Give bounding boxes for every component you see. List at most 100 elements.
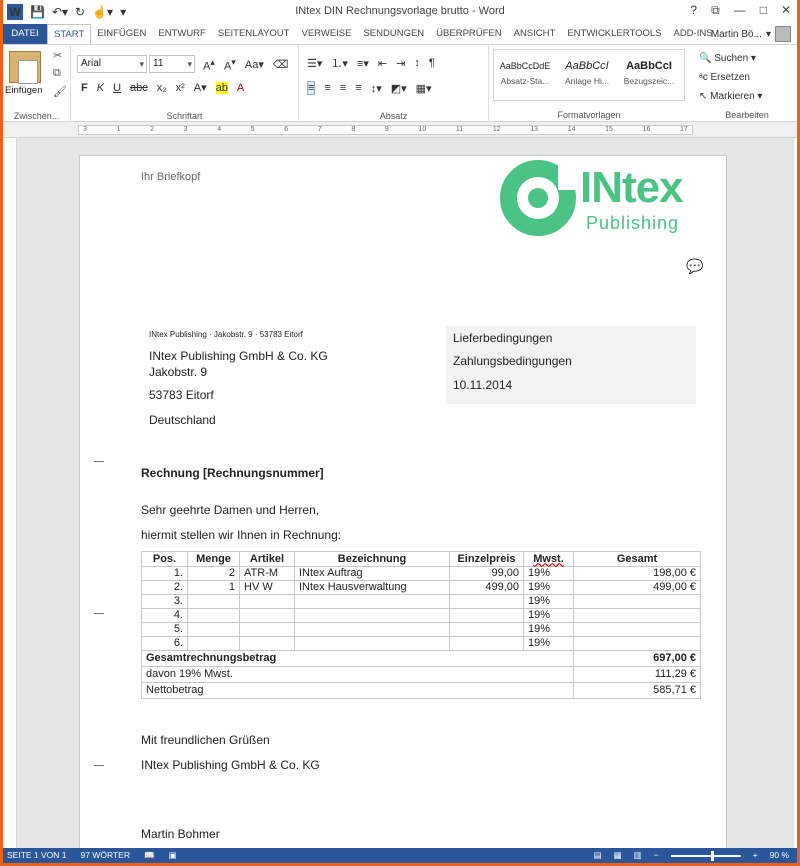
header-menge: Menge xyxy=(187,551,240,567)
replace-button[interactable]: ᵃc Ersetzen xyxy=(699,68,762,87)
line-spacing-icon[interactable]: ↕▾ xyxy=(371,82,382,95)
justify-icon[interactable]: ≡ xyxy=(355,82,361,94)
sort-icon[interactable]: ↕ xyxy=(414,57,420,69)
web-layout-icon[interactable]: ▥ xyxy=(634,848,642,863)
change-case-icon[interactable]: Aa▾ xyxy=(245,58,264,71)
page-count[interactable]: SEITE 1 VON 1 xyxy=(7,848,67,863)
maximize-button[interactable]: □ xyxy=(760,3,767,18)
highlight-icon[interactable]: ab xyxy=(215,81,228,94)
horizontal-ruler[interactable]: 3 1 2 3 4 5 6 7 8 9 10 11 12 13 14 15 16 17 xyxy=(3,122,797,138)
tab-ansicht[interactable]: ANSICHT xyxy=(508,24,562,44)
tab-datei[interactable]: DATEI xyxy=(3,24,47,44)
undo-icon[interactable]: ↶▾ xyxy=(52,5,68,19)
intro-text: hiermit stellen wir Ihnen in Rechnung: xyxy=(141,528,342,542)
decrease-indent-icon[interactable]: ⇤ xyxy=(378,57,387,70)
tab-einfuegen[interactable]: EINFÜGEN xyxy=(91,24,152,44)
cell-mwst: 19% xyxy=(523,594,574,609)
cell-mwst: 19% xyxy=(523,636,574,651)
cell-artikel xyxy=(239,594,295,609)
clear-format-icon[interactable]: ⌫ xyxy=(273,58,289,71)
align-left-icon[interactable]: ≡ xyxy=(307,81,316,95)
vertical-ruler[interactable] xyxy=(3,138,17,848)
customize-icon[interactable]: ▾ xyxy=(120,5,126,19)
shrink-font-icon[interactable]: A▾ xyxy=(224,57,236,73)
align-right-icon[interactable]: ≡ xyxy=(340,82,346,94)
subscript-icon[interactable]: x₂ xyxy=(157,82,167,94)
sender-line: INtex Publishing · Jakobstr. 9 · 53783 E… xyxy=(149,330,303,339)
close-button[interactable]: ✕ xyxy=(781,3,791,18)
style-absatz-standard[interactable]: AaBbCcDdE Absatz-Sta... xyxy=(494,50,556,100)
select-icon: ↖ xyxy=(699,91,711,102)
paste-button[interactable]: Einfügen xyxy=(5,85,43,96)
minimize-button[interactable]: — xyxy=(734,3,746,18)
tab-start[interactable]: START xyxy=(47,24,92,44)
clipboard-label: Zwischen... xyxy=(13,111,60,121)
table-row: 1. 2 ATR-M INtex Auftrag 99,00 19% 198,0… xyxy=(141,566,701,581)
recipient-line: Deutschland xyxy=(149,413,216,427)
grow-font-icon[interactable]: A▴ xyxy=(203,57,215,73)
net-label: Nettobetrag xyxy=(141,682,574,699)
style-preview: AaBbCcI xyxy=(565,60,609,72)
comment-icon[interactable]: 💬 xyxy=(686,258,703,275)
proofing-icon[interactable]: 📖 xyxy=(144,848,155,863)
cell-artikel: ATR-M xyxy=(239,566,295,581)
strikethrough-icon[interactable]: abc xyxy=(130,82,148,94)
underline-icon[interactable]: U xyxy=(113,82,121,94)
select-button[interactable]: ↖ Markieren ▾ xyxy=(699,87,762,106)
text-effects-icon[interactable]: A▾ xyxy=(194,81,207,94)
find-button[interactable]: 🔍 Suchen ▾ xyxy=(699,49,762,68)
zoom-in-icon[interactable]: + xyxy=(753,848,758,863)
tab-seitenlayout[interactable]: SEITENLAYOUT xyxy=(212,24,296,44)
ribbon-display-icon[interactable]: ⧉ xyxy=(711,3,720,18)
header-artikel: Artikel xyxy=(239,551,295,567)
font-name-select[interactable]: Arial xyxy=(77,55,147,73)
borders-icon[interactable]: ▦▾ xyxy=(416,82,432,95)
touch-icon[interactable]: ☝▾ xyxy=(92,5,113,19)
redo-icon[interactable]: ↻ xyxy=(75,5,85,19)
numbering-icon[interactable]: ⒈▾ xyxy=(331,55,348,71)
help-icon[interactable]: ? xyxy=(690,3,697,18)
superscript-icon[interactable]: x² xyxy=(176,82,185,94)
print-layout-icon[interactable]: ▦ xyxy=(614,848,622,863)
cell-mwst: 19% xyxy=(523,608,574,623)
read-mode-icon[interactable]: ▤ xyxy=(594,848,602,863)
user-name: Martin Bö... xyxy=(710,28,762,40)
paragraph-label: Absatz xyxy=(379,111,408,121)
font-color-icon[interactable]: A xyxy=(237,82,244,94)
format-painter-icon[interactable]: 🖌 xyxy=(53,85,67,98)
word-icon[interactable]: W xyxy=(7,4,23,20)
style-name: Bezugszeic... xyxy=(623,76,675,86)
word-count[interactable]: 97 WÖRTER xyxy=(81,848,130,863)
bold-icon[interactable]: F xyxy=(81,82,88,94)
cell-einzelpreis xyxy=(449,636,524,651)
cell-mwst: 19% xyxy=(523,580,574,595)
tab-verweise[interactable]: VERWEISE xyxy=(295,24,357,44)
tab-entwurf[interactable]: ENTWURF xyxy=(152,24,212,44)
tab-ueberpruefen[interactable]: ÜBERPRÜFEN xyxy=(430,24,507,44)
zoom-level[interactable]: 90 % xyxy=(770,848,789,863)
style-anlage-hinweis[interactable]: AaBbCcI Anlage Hi... xyxy=(556,50,618,100)
italic-icon[interactable]: K xyxy=(97,82,104,94)
bullets-icon[interactable]: ☰▾ xyxy=(307,57,322,70)
font-size-select[interactable]: 11 xyxy=(149,55,195,73)
user-account[interactable]: Martin Bö... ▾ xyxy=(711,26,791,42)
pilcrow-icon[interactable]: ¶ xyxy=(429,57,435,69)
multilevel-list-icon[interactable]: ≡▾ xyxy=(357,57,369,70)
tab-entwicklertools[interactable]: ENTWICKLERTOOLS xyxy=(561,24,667,44)
avatar xyxy=(775,26,791,42)
style-bezugszeichen[interactable]: AaBbCcI Bezugszeic... xyxy=(618,50,680,100)
table-row: 6. 19% xyxy=(141,636,701,651)
cell-mwst: 19% xyxy=(523,566,574,581)
shading-icon[interactable]: ◩▾ xyxy=(391,82,407,95)
save-icon[interactable]: 💾 xyxy=(30,5,45,19)
align-center-icon[interactable]: ≡ xyxy=(324,82,330,94)
copy-icon[interactable]: ⧉ xyxy=(53,67,61,80)
tab-sendungen[interactable]: SENDUNGEN xyxy=(357,24,430,44)
increase-indent-icon[interactable]: ⇥ xyxy=(396,57,405,70)
zoom-out-icon[interactable]: − xyxy=(654,848,659,863)
cut-icon[interactable]: ✂ xyxy=(53,49,62,62)
zoom-slider[interactable] xyxy=(670,850,741,861)
paste-icon[interactable] xyxy=(9,51,41,84)
letterhead: Ihr Briefkopf xyxy=(141,171,201,183)
macro-icon[interactable]: ▣ xyxy=(169,848,177,863)
